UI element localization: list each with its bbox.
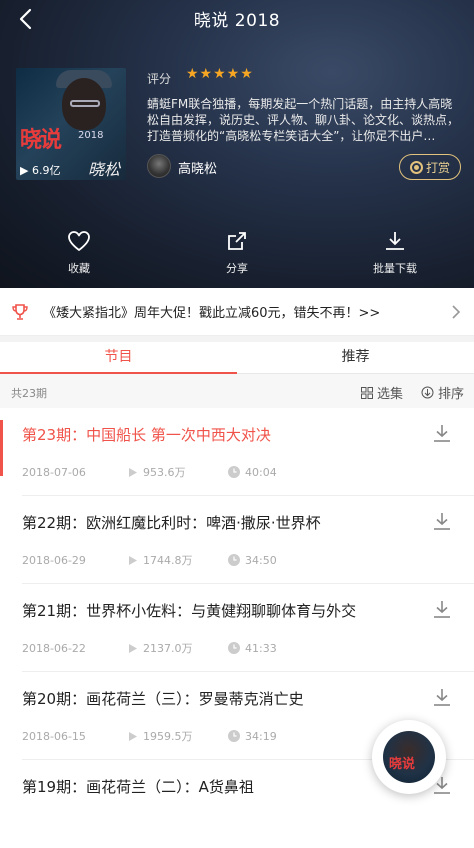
episode-meta: 2018-06-29 1744.8万 34:50 <box>22 552 277 568</box>
tab-bar: 节目 推荐 <box>0 342 474 374</box>
share-label: 分享 <box>226 262 248 275</box>
episode-plays: 2137.0万 <box>128 640 228 656</box>
play-icon <box>129 467 137 477</box>
select-episodes-button[interactable]: 选集 <box>361 383 403 402</box>
rating-stars: ★★★★★ <box>186 66 254 82</box>
episode-title[interactable]: 第20期：画花荷兰（三）：罗曼蒂克消亡史 <box>22 688 422 709</box>
play-count: 953.6万 <box>143 466 186 479</box>
episode-date: 2018-06-15 <box>22 729 86 743</box>
play-count: 1959.5万 <box>143 730 193 743</box>
download-icon[interactable] <box>431 510 453 532</box>
album-header: 晓说 2018 晓说 2018 ▶ 6.9亿 晓松 评分 ★★★★★ 蜻蜓FM联… <box>0 0 474 288</box>
episode-plays: 1959.5万 <box>128 728 228 744</box>
episode-date: 2018-07-06 <box>22 465 86 479</box>
promo-banner[interactable]: 《矮大紧指北》周年大促！戳此立减60元，错失不再！>> <box>0 288 474 336</box>
chevron-right-icon <box>452 304 461 319</box>
play-icon <box>129 731 137 741</box>
heart-icon <box>68 231 90 251</box>
download-icon[interactable] <box>431 686 453 708</box>
select-label: 选集 <box>377 387 404 402</box>
cover-signature: 晓松 <box>88 160 121 179</box>
reward-button[interactable]: 打赏 <box>399 154 461 180</box>
episode-meta: 2018-06-22 2137.0万 41:33 <box>22 640 277 656</box>
trophy-icon <box>12 303 28 320</box>
sort-label: 排序 <box>438 387 465 402</box>
promo-text: 《矮大紧指北》周年大促！戳此立减60元，错失不再！>> <box>43 306 381 321</box>
episode-meta: 2018-06-15 1959.5万 34:19 <box>22 728 277 744</box>
cover-year: 2018 <box>78 130 104 141</box>
episode-plays: 953.6万 <box>128 464 228 480</box>
episode-title[interactable]: 第19期：画花荷兰（二）：A货鼻祖 <box>22 776 422 797</box>
episode-plays: 1744.8万 <box>128 552 228 568</box>
share-button[interactable]: 分享 <box>158 230 316 276</box>
cover-play-count: ▶ 6.9亿 <box>20 164 61 177</box>
mini-player-button[interactable]: 晓说 <box>372 720 446 794</box>
episode-date: 2018-06-29 <box>22 553 86 567</box>
download-icon[interactable] <box>431 598 453 620</box>
page-title: 晓说 2018 <box>193 11 281 31</box>
episode-duration: 40:04 <box>228 466 277 479</box>
episode-date: 2018-06-22 <box>22 641 86 655</box>
episode-count: 共23期 <box>11 387 47 400</box>
play-icon <box>129 643 137 653</box>
duration-text: 41:33 <box>245 641 277 655</box>
album-description[interactable]: 蜻蜓FM联合独播，每期发起一个热门话题，由主持人高晓松自由发挥，说历史、评人物、… <box>147 96 459 144</box>
duration-text: 34:50 <box>245 553 277 567</box>
episode-duration: 41:33 <box>228 642 277 655</box>
tab-episodes[interactable]: 节目 <box>0 342 237 374</box>
sort-icon <box>421 386 434 399</box>
batch-download-label: 批量下载 <box>373 262 417 275</box>
duration-text: 40:04 <box>245 465 277 479</box>
batch-download-button[interactable]: 批量下载 <box>316 230 474 276</box>
episode-title[interactable]: 第22期：欧洲红魔比利时：啤酒·撒尿·世界杯 <box>22 512 422 533</box>
episode-duration: 34:50 <box>228 554 277 567</box>
album-cover[interactable]: 晓说 2018 ▶ 6.9亿 晓松 <box>16 68 126 180</box>
play-count: 2137.0万 <box>143 642 193 655</box>
mini-player-brand: 晓说 <box>389 757 416 772</box>
list-item[interactable]: 第22期：欧洲红魔比利时：啤酒·撒尿·世界杯 2018-06-29 1744.8… <box>22 496 474 584</box>
sort-button[interactable]: 排序 <box>421 383 464 402</box>
favorite-button[interactable]: 收藏 <box>0 230 158 276</box>
rating-label: 评分 <box>147 72 172 86</box>
episode-duration: 34:19 <box>228 730 277 743</box>
episode-title[interactable]: 第21期：世界杯小佐料：与黄健翔聊聊体育与外交 <box>22 600 422 621</box>
clock-icon <box>228 642 240 654</box>
cover-brand-text: 晓说 <box>20 127 62 153</box>
clock-icon <box>228 466 240 478</box>
list-item[interactable]: 第21期：世界杯小佐料：与黄健翔聊聊体育与外交 2018-06-22 2137.… <box>22 584 474 672</box>
play-icon <box>129 555 137 565</box>
clock-icon <box>228 730 240 742</box>
action-bar: 收藏 分享 批量下载 <box>0 230 474 276</box>
host-avatar[interactable] <box>147 154 171 178</box>
grid-icon <box>361 386 373 399</box>
list-toolbar: 共23期 选集 排序 <box>0 374 474 408</box>
tab-recommend[interactable]: 推荐 <box>237 342 474 373</box>
download-icon <box>386 232 404 250</box>
episode-title[interactable]: 第23期：中国船长 第一次中西大对决 <box>22 424 422 445</box>
reward-label: 打赏 <box>425 160 450 175</box>
host-name[interactable]: 高晓松 <box>178 158 217 177</box>
share-icon <box>228 232 246 250</box>
download-icon[interactable] <box>431 422 453 444</box>
favorite-label: 收藏 <box>68 262 90 275</box>
duration-text: 34:19 <box>245 729 277 743</box>
list-item[interactable]: 第23期：中国船长 第一次中西大对决 2018-07-06 953.6万 40:… <box>22 408 474 496</box>
clock-icon <box>228 554 240 566</box>
mini-player-cover: 晓说 <box>383 731 435 783</box>
coin-icon <box>409 160 423 174</box>
cover-glasses-shape <box>70 100 100 107</box>
play-count: 1744.8万 <box>143 554 193 567</box>
episode-meta: 2018-07-06 953.6万 40:04 <box>22 464 277 480</box>
